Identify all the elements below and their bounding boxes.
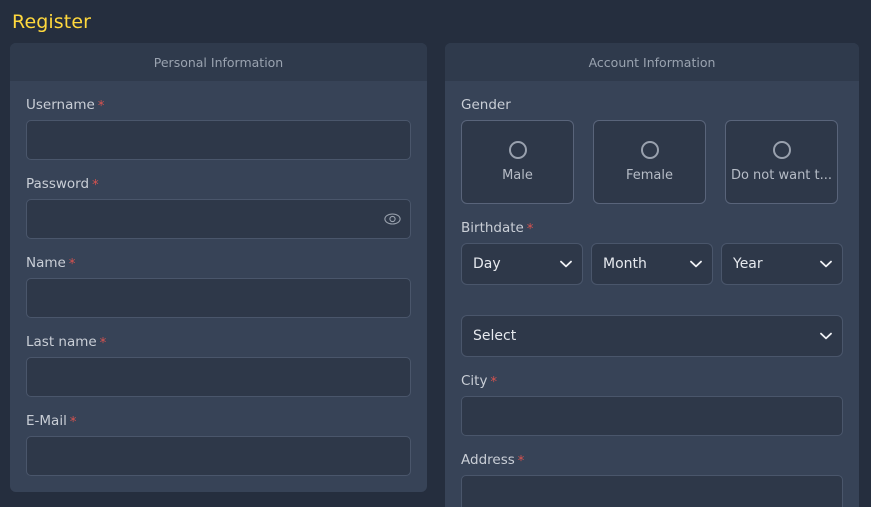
- account-information-body: Gender Male Female Do not want t... Birt…: [445, 81, 859, 507]
- last-name-label: Last name *: [26, 334, 411, 350]
- username-label-text: Username: [26, 97, 95, 113]
- required-marker: *: [517, 454, 525, 469]
- birthdate-year-select[interactable]: Year: [721, 243, 843, 285]
- field-city: City *: [461, 373, 843, 436]
- name-label: Name *: [26, 255, 411, 271]
- birthdate-label-text: Birthdate: [461, 220, 524, 236]
- birthdate-day-wrap: Day: [461, 243, 583, 285]
- gender-option-label: Female: [625, 168, 673, 183]
- address-label: Address *: [461, 452, 843, 468]
- birthdate-month-wrap: Month: [591, 243, 713, 285]
- username-label: Username *: [26, 97, 411, 113]
- name-label-text: Name: [26, 255, 66, 271]
- radio-icon: [640, 141, 659, 159]
- birthdate-year-wrap: Year: [721, 243, 843, 285]
- city-label-text: City: [461, 373, 488, 389]
- birthdate-label: Birthdate *: [461, 220, 843, 236]
- required-marker: *: [490, 375, 497, 390]
- field-last-name: Last name *: [26, 334, 411, 397]
- account-information-header: Account Information: [445, 43, 859, 81]
- country-select[interactable]: Select: [461, 315, 843, 357]
- last-name-input[interactable]: [26, 357, 411, 397]
- field-address: Address *: [461, 452, 843, 507]
- gender-option-label: Do not want t...: [730, 168, 833, 183]
- email-label: E-Mail *: [26, 413, 411, 429]
- birthdate-day-select[interactable]: Day: [461, 243, 583, 285]
- eye-icon[interactable]: [384, 213, 401, 226]
- field-birthdate: Birthdate * Day Month Year: [461, 220, 843, 285]
- address-label-text: Address: [461, 452, 515, 468]
- gender-options: Male Female Do not want t...: [461, 120, 843, 204]
- name-input[interactable]: [26, 278, 411, 318]
- gender-option-female[interactable]: Female: [593, 120, 706, 204]
- email-label-text: E-Mail: [26, 413, 67, 429]
- gender-option-undisclosed[interactable]: Do not want t...: [725, 120, 838, 204]
- email-input[interactable]: [26, 436, 411, 476]
- field-email: E-Mail *: [26, 413, 411, 476]
- personal-information-body: Username * Password * Name * Last name *…: [10, 81, 427, 476]
- personal-information-header: Personal Information: [10, 43, 427, 81]
- required-marker: *: [99, 336, 107, 351]
- account-information-card: Account Information Gender Male Female D: [445, 43, 859, 507]
- field-name: Name *: [26, 255, 411, 318]
- country-select-wrap: Select: [461, 315, 843, 357]
- radio-icon: [772, 141, 791, 159]
- birthdate-month-select[interactable]: Month: [591, 243, 713, 285]
- required-marker: *: [68, 257, 76, 272]
- last-name-label-text: Last name: [26, 334, 97, 350]
- username-input[interactable]: [26, 120, 411, 160]
- birthdate-selects: Day Month Year: [461, 243, 843, 285]
- address-input[interactable]: [461, 475, 843, 507]
- field-password: Password *: [26, 176, 411, 239]
- password-label: Password *: [26, 176, 411, 192]
- form-columns: Personal Information Username * Password *: [0, 33, 871, 507]
- required-marker: *: [97, 99, 105, 114]
- gender-option-male[interactable]: Male: [461, 120, 574, 204]
- required-marker: *: [69, 415, 77, 430]
- radio-icon: [508, 141, 527, 159]
- page-title: Register: [12, 11, 92, 33]
- password-input-wrap: [26, 199, 411, 239]
- required-marker: *: [526, 222, 534, 237]
- personal-information-card: Personal Information Username * Password *: [10, 43, 427, 492]
- gender-option-label: Male: [502, 168, 533, 183]
- gender-label: Gender: [461, 97, 511, 113]
- city-label: City *: [461, 373, 843, 389]
- required-marker: *: [92, 178, 99, 193]
- password-label-text: Password: [26, 176, 90, 192]
- field-username: Username *: [26, 97, 411, 160]
- password-input[interactable]: [26, 199, 411, 239]
- city-input[interactable]: [461, 396, 843, 436]
- field-gender: Gender Male Female Do not want t...: [461, 97, 843, 204]
